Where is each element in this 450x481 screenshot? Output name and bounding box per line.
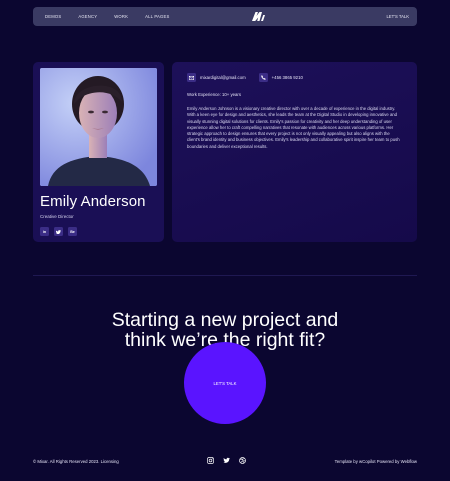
email-contact[interactable]: mixardigital@gmail.com — [187, 73, 246, 82]
nav-link-agency[interactable]: AGENCY — [78, 14, 97, 19]
twitter-icon[interactable] — [54, 227, 63, 236]
footer-copyright: © Mixar. All Rights Reserved 2023. Licen… — [33, 459, 119, 464]
phone-icon — [258, 73, 268, 82]
profile-role: Creative Director — [40, 214, 74, 219]
portrait-image — [40, 68, 157, 186]
twitter-icon[interactable] — [223, 457, 230, 464]
email-text: mixardigital@gmail.com — [200, 75, 246, 80]
instagram-icon[interactable] — [207, 457, 214, 464]
nav-link-demos[interactable]: DEMOS — [45, 14, 61, 19]
nav-link-all-pages[interactable]: ALL PAGES — [145, 14, 169, 19]
social-links: in Be — [40, 227, 157, 236]
profile-card: Emily Anderson Creative Director in Be — [33, 62, 164, 242]
m-logo-icon[interactable] — [252, 12, 265, 21]
section-divider — [33, 275, 417, 276]
lets-talk-label: LET'S TALK — [213, 380, 237, 386]
nav-links: DEMOS AGENCY WORK ALL PAGES — [45, 14, 169, 19]
linkedin-icon[interactable]: in — [40, 227, 49, 236]
behance-icon[interactable]: Be — [68, 227, 77, 236]
dribbble-icon[interactable] — [239, 457, 246, 464]
profile-info-card: mixardigital@gmail.com +456 3865 9210 Wo… — [172, 62, 417, 242]
bio-paragraph: Emily Anderson Johnson is a visionary cr… — [187, 106, 400, 149]
nav-link-work[interactable]: WORK — [114, 14, 128, 19]
lets-talk-button[interactable]: LET'S TALK — [184, 342, 266, 424]
profile-name: Emily Anderson — [40, 193, 146, 210]
top-navbar: DEMOS AGENCY WORK ALL PAGES LET'S TALK — [33, 7, 417, 26]
footer-credits: Template by wCopilot Powered by Webflow — [334, 459, 417, 464]
profile-photo — [40, 68, 157, 186]
contact-row: mixardigital@gmail.com +456 3865 9210 — [187, 73, 402, 82]
work-experience: Work Experience: 10+ years — [187, 92, 242, 97]
phone-contact[interactable]: +456 3865 9210 — [258, 73, 303, 82]
phone-text: +456 3865 9210 — [271, 75, 303, 80]
nav-lets-talk-link[interactable]: LET'S TALK — [386, 14, 409, 19]
cta-headline-line-1: Starting a new project and — [111, 309, 339, 331]
footer-social-icons — [207, 457, 246, 464]
mail-icon — [187, 73, 196, 82]
